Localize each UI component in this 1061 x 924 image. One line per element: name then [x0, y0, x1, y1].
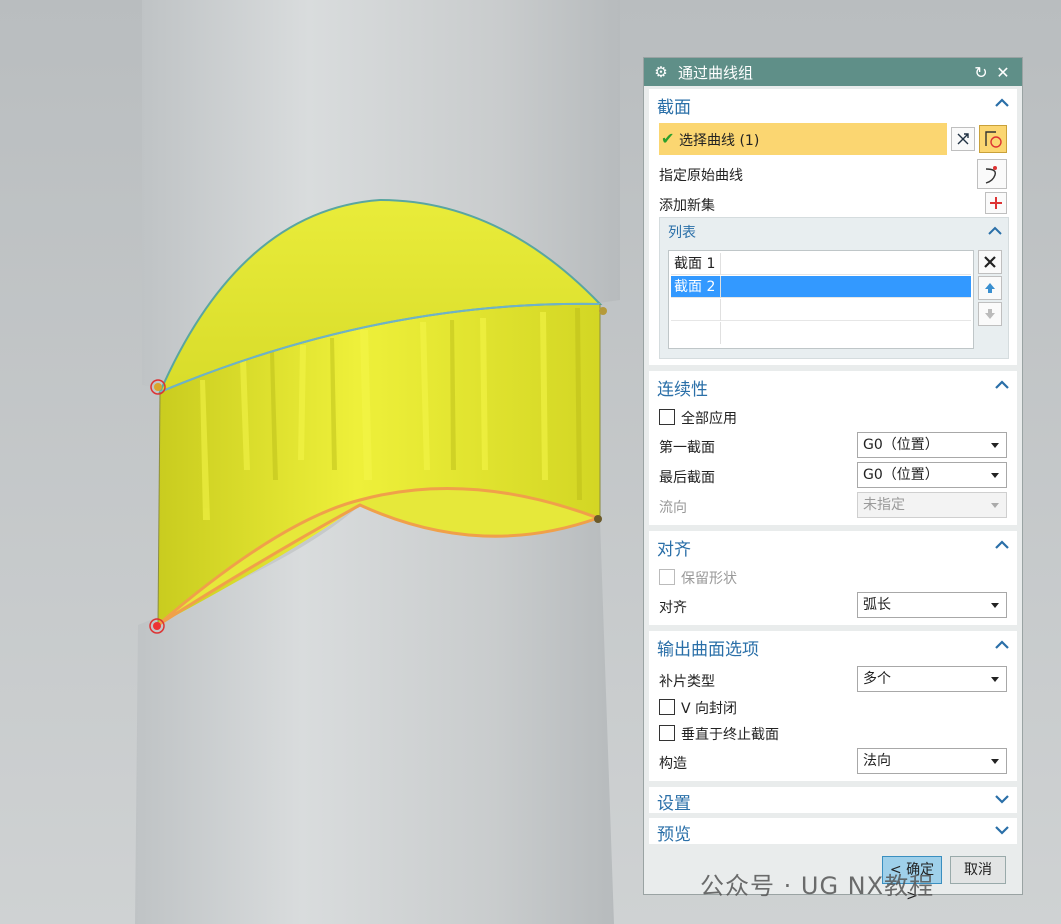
- dropdown-arrow-icon: [991, 473, 999, 478]
- output-options-header[interactable]: 输出曲面选项: [657, 635, 759, 660]
- normal-to-end-checkbox[interactable]: [659, 725, 675, 741]
- select-curve-row[interactable]: ✔ 选择曲线 (1): [659, 123, 947, 155]
- move-down-icon[interactable]: [978, 302, 1002, 326]
- cancel-button[interactable]: 取消: [950, 856, 1006, 884]
- dropdown-arrow-icon: [991, 677, 999, 682]
- list-header[interactable]: 列表: [668, 222, 696, 242]
- dialog-title: 通过曲线组: [678, 63, 754, 82]
- construct-label: 构造: [659, 756, 687, 772]
- last-section-dropdown[interactable]: G0（位置）: [857, 462, 1007, 488]
- loft-dialog: ⚙ 通过曲线组 ↻ ✕ 截面 ✔ 选择曲线 (1) 指定原始曲线 添加新集 列表: [643, 57, 1023, 904]
- continuity-header[interactable]: 连续性: [657, 375, 708, 400]
- close-icon[interactable]: ✕: [992, 63, 1014, 82]
- watermark-text: 公众号 · UG NX教程: [700, 872, 935, 900]
- dropdown-arrow-icon: [991, 603, 999, 608]
- reset-icon[interactable]: ↻: [970, 63, 992, 82]
- collapse-chevron-icon[interactable]: [993, 94, 1011, 112]
- settings-header[interactable]: 设置: [657, 789, 691, 814]
- move-up-icon[interactable]: [978, 276, 1002, 300]
- alignment-panel: 对齐 保留形状 对齐 弧长: [649, 531, 1017, 625]
- dropdown-arrow-icon: [991, 443, 999, 448]
- select-curve-label: 选择曲线 (1): [679, 133, 760, 149]
- normal-to-end-label: 垂直于终止截面: [681, 727, 779, 743]
- preview-panel[interactable]: 预览: [649, 818, 1017, 845]
- apply-all-checkbox[interactable]: [659, 409, 675, 425]
- list-item-selected[interactable]: 截面 2: [671, 276, 971, 298]
- reverse-direction-button[interactable]: [951, 127, 975, 151]
- section-panel: 截面 ✔ 选择曲线 (1) 指定原始曲线 添加新集 列表 截面 1 截面 2: [649, 89, 1017, 365]
- section-header[interactable]: 截面: [657, 93, 691, 118]
- checkmark-icon: ✔: [661, 129, 675, 148]
- v-closed-label: V 向封闭: [681, 701, 738, 717]
- collapse-chevron-icon[interactable]: [993, 376, 1011, 394]
- collapse-chevron-icon[interactable]: [993, 636, 1011, 654]
- alignment-header[interactable]: 对齐: [657, 535, 691, 560]
- remove-icon[interactable]: [978, 250, 1002, 274]
- list-item[interactable]: 截面 1: [671, 253, 971, 275]
- expand-chevron-icon[interactable]: [993, 821, 1011, 839]
- continuity-panel: 连续性 全部应用 第一截面 G0（位置） 最后截面 G0（位置） 流向 未指定: [649, 371, 1017, 525]
- specify-origin-label: 指定原始曲线: [659, 168, 743, 184]
- add-set-icon[interactable]: [985, 192, 1007, 214]
- last-section-label: 最后截面: [659, 470, 715, 486]
- preserve-shape-checkbox: [659, 569, 675, 585]
- first-section-dropdown[interactable]: G0（位置）: [857, 432, 1007, 458]
- output-options-panel: 输出曲面选项 补片类型 多个 V 向封闭 垂直于终止截面 构造 法向: [649, 631, 1017, 781]
- curve-rule-button[interactable]: [979, 125, 1007, 153]
- patch-type-dropdown[interactable]: 多个: [857, 666, 1007, 692]
- list-empty-row: [671, 299, 971, 321]
- first-section-label: 第一截面: [659, 440, 715, 456]
- align-dropdown[interactable]: 弧长: [857, 592, 1007, 618]
- construct-dropdown[interactable]: 法向: [857, 748, 1007, 774]
- curve-end-point-2[interactable]: [594, 515, 602, 523]
- dropdown-arrow-icon: [991, 759, 999, 764]
- list-panel: 列表 截面 1 截面 2: [659, 217, 1009, 359]
- curve-end-point-1[interactable]: [599, 307, 607, 315]
- v-closed-checkbox[interactable]: [659, 699, 675, 715]
- preserve-shape-label: 保留形状: [681, 571, 737, 587]
- apply-all-label: 全部应用: [681, 411, 737, 427]
- origin-curve-button[interactable]: [977, 159, 1007, 189]
- section-list[interactable]: 截面 1 截面 2: [668, 250, 974, 349]
- add-new-set-label: 添加新集: [659, 198, 715, 214]
- expand-chevron-icon[interactable]: [993, 790, 1011, 808]
- flow-direction-label: 流向: [659, 500, 687, 516]
- list-collapse-chevron-icon[interactable]: [986, 222, 1004, 240]
- patch-type-label: 补片类型: [659, 674, 715, 690]
- gear-icon[interactable]: ⚙: [652, 63, 670, 81]
- align-label: 对齐: [659, 600, 687, 616]
- dropdown-arrow-icon: [991, 503, 999, 508]
- list-empty-row: [671, 322, 971, 344]
- collapse-chevron-icon[interactable]: [993, 536, 1011, 554]
- settings-panel[interactable]: 设置: [649, 787, 1017, 814]
- preview-header[interactable]: 预览: [657, 820, 691, 845]
- flow-direction-dropdown: 未指定: [857, 492, 1007, 518]
- dialog-titlebar: ⚙ 通过曲线组 ↻ ✕: [644, 58, 1022, 86]
